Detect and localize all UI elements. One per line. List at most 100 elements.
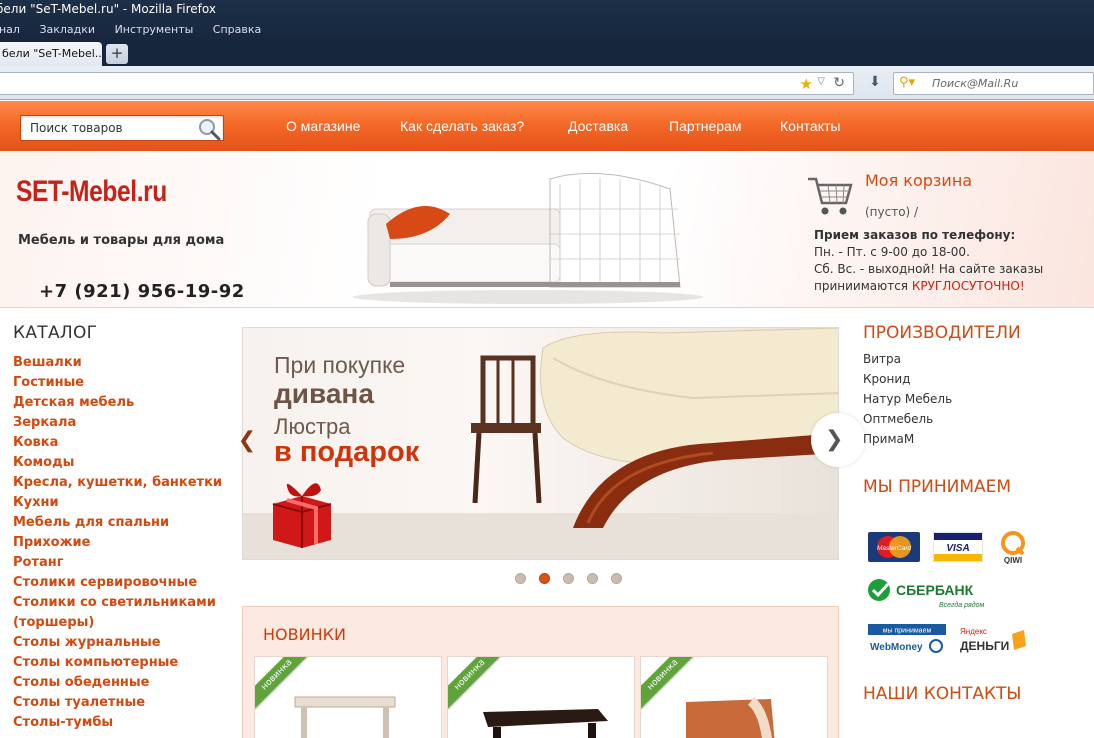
catalog-item[interactable]: (торшеры) [13,615,222,635]
promo-slider[interactable]: При покупке дивана Люстра в подарок [242,327,839,560]
manufacturer-link[interactable]: ПримаМ [863,432,952,452]
yandex-money-logo: Яндекс ДЕНЬГИ [960,627,1026,653]
product-card[interactable]: новинка [447,656,635,738]
manufacturers-title: ПРОИЗВОДИТЕЛИ [863,323,1021,343]
payment-title: МЫ ПРИНИМАЕМ [863,477,1012,497]
catalog-item[interactable]: Ротанг [13,555,222,575]
menu-bookmarks[interactable]: Закладки [39,23,95,36]
url-dropdown-icon[interactable]: ▽ [817,76,825,87]
site-logo[interactable]: SET-Mebel.ru [16,175,167,209]
orders-online: приниимаются КРУГЛОСУТОЧНО! [814,279,1025,293]
catalog-item[interactable]: Ковка [13,435,222,455]
manufacturer-link[interactable]: Витра [863,352,952,372]
new-tab-button[interactable]: + [106,44,128,64]
product-dresser-image [686,696,775,738]
catalog-item[interactable]: Столы туалетные [13,695,222,715]
webmoney-logo: мы принимаем WebMoney [868,624,946,653]
nav-contacts[interactable]: Контакты [780,118,840,134]
menu-help[interactable]: Справка [213,23,261,36]
browser-navbar: ★ ▽ ↻ ⬇ ⚲▾ Поиск@Mail.Ru [0,66,1094,100]
manufacturer-link[interactable]: Кронид [863,372,952,392]
catalog-item[interactable]: Детская мебель [13,395,222,415]
search-engine-icon[interactable]: ⚲▾ [899,75,915,90]
bookmark-star-icon[interactable]: ★ [800,75,813,93]
promo-line-4: в подарок [274,436,420,468]
menu-journal[interactable]: рнал [0,23,20,36]
slider-next-button[interactable]: ❯ [811,413,865,467]
site-top-nav: Поиск товаров О магазине Как сделать зак… [0,101,1094,151]
slider-pagination [515,573,635,587]
catalog-item[interactable]: Кресла, кушетки, банкетки [13,475,222,495]
yandex-caption: Яндекс [960,627,987,636]
cart-title[interactable]: Моя корзина [865,171,972,190]
catalog-item[interactable]: Столики сервировочные [13,575,222,595]
visa-logo: VISA [933,532,983,562]
slider-prev-button[interactable]: ❮ [234,423,260,459]
mastercard-label: MasterCard [877,545,911,552]
menu-tools[interactable]: Инструменты [115,23,194,36]
slider-dot[interactable] [611,573,622,584]
sberbank-label: СБЕРБАНК [896,582,974,598]
product-search-input[interactable]: Поиск товаров [20,115,224,141]
catalog-item[interactable]: Прихожие [13,535,222,555]
new-products-panel: НОВИНКИ новинка новинка новинка [242,601,840,738]
manufacturer-link[interactable]: Натур Мебель [863,392,952,412]
catalog-item[interactable]: Кухни [13,495,222,515]
catalog-item[interactable]: Зеркала [13,415,222,435]
site-phone: +7 (921) 956-19-92 [39,281,245,302]
product-search-placeholder: Поиск товаров [30,121,123,135]
catalog-item[interactable]: Столы компьютерные [13,655,222,675]
catalog-item[interactable]: Мебель для спальни [13,515,222,535]
slider-dot[interactable] [515,573,526,584]
orders-hours: Пн. - Пт. с 9-00 до 18-00. [814,245,970,259]
product-card[interactable]: новинка [254,656,442,738]
contacts-title: НАШИ КОНТАКТЫ [863,684,1022,704]
scallop-border [243,601,840,611]
catalog-item[interactable]: Вешалки [13,355,222,375]
catalog-item[interactable]: Столы журнальные [13,635,222,655]
url-bar[interactable]: ★ ▽ ↻ [0,72,854,95]
manufacturer-link[interactable]: Оптмебель [863,412,952,432]
browser-search-field[interactable]: ⚲▾ Поиск@Mail.Ru [893,72,1094,95]
promo-line-2: дивана [274,378,374,409]
gift-box-icon [272,483,332,548]
orders-weekend: Сб. Вс. - выходной! На сайте заказы [814,262,1044,276]
promo-line-1: При покупке [274,352,406,378]
product-table-light-image [294,696,396,738]
sofa-illustration [353,172,703,304]
cart-status: (пусто) / [865,205,919,219]
orders-online-highlight: КРУГЛОСУТОЧНО! [911,279,1025,293]
slider-dot[interactable] [563,573,574,584]
shopping-cart-icon[interactable] [806,175,854,217]
webmoney-caption: мы принимаем [883,628,932,635]
reload-icon[interactable]: ↻ [833,75,845,91]
manufacturers-list: Витра Кронид Натур Мебель Оптмебель Прим… [863,352,952,452]
product-card[interactable]: новинка [640,656,828,738]
qiwi-logo: QIWI [1001,531,1025,564]
site-header: SET-Mebel.ru Мебель и товары для дома +7… [0,151,1094,308]
product-table-dark-image [483,709,608,738]
window-title: бели "SeT-Mebel.ru" - Mozilla Firefox [0,2,216,16]
slider-dot-active[interactable] [539,573,550,584]
browser-tab[interactable]: бели "SeT-Mebel... [0,42,102,66]
catalog-item[interactable]: Столы обеденные [13,675,222,695]
nav-about[interactable]: О магазине [286,118,360,134]
catalog-list: Вешалки Гостиные Детская мебель Зеркала … [13,355,222,735]
new-products-title: НОВИНКИ [263,625,346,644]
catalog-item[interactable]: Гостиные [13,375,222,395]
chair-image [471,355,542,504]
mastercard-logo: MasterCard [868,532,920,562]
nav-partners[interactable]: Партнерам [669,118,741,134]
webmoney-label: WebMoney [870,642,923,653]
slider-dot[interactable] [587,573,598,584]
catalog-item[interactable]: Столы-тумбы [13,715,222,735]
download-icon[interactable]: ⬇ [866,74,884,92]
search-icon[interactable] [197,117,221,141]
catalog-item[interactable]: Комоды [13,455,222,475]
sberbank-slogan: Всегда рядом [939,601,984,609]
nav-delivery[interactable]: Доставка [568,118,628,134]
yandex-label: ДЕНЬГИ [960,639,1009,653]
nav-how-to-order[interactable]: Как сделать заказ? [400,118,524,134]
catalog-title: КАТАЛОГ [13,323,98,343]
catalog-item[interactable]: Столики со светильниками [13,595,222,615]
